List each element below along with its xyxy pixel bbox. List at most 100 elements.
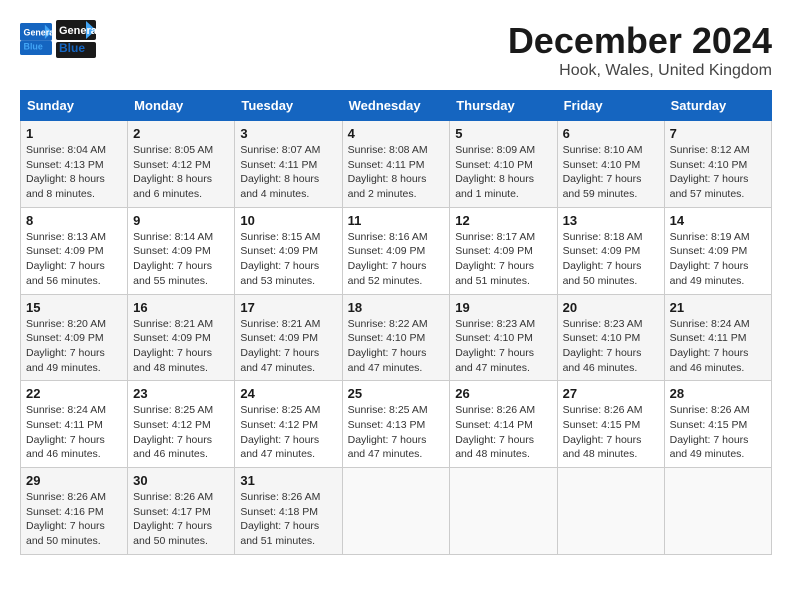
day-number: 18 [348,300,445,315]
week-row-5: 29 Sunrise: 8:26 AMSunset: 4:16 PMDaylig… [21,468,772,555]
day-info: Sunrise: 8:23 AMSunset: 4:10 PMDaylight:… [563,318,643,374]
day-info: Sunrise: 8:25 AMSunset: 4:12 PMDaylight:… [240,404,320,460]
logo-graphic: General Blue [56,20,96,58]
calendar-cell: 5 Sunrise: 8:09 AMSunset: 4:10 PMDayligh… [450,121,557,208]
day-info: Sunrise: 8:13 AMSunset: 4:09 PMDaylight:… [26,231,106,287]
calendar-cell: 30 Sunrise: 8:26 AMSunset: 4:17 PMDaylig… [128,468,235,555]
day-number: 29 [26,473,122,488]
weekday-header-thursday: Thursday [450,91,557,121]
day-number: 17 [240,300,336,315]
day-info: Sunrise: 8:08 AMSunset: 4:11 PMDaylight:… [348,144,428,200]
day-info: Sunrise: 8:10 AMSunset: 4:10 PMDaylight:… [563,144,643,200]
day-number: 19 [455,300,551,315]
day-number: 20 [563,300,659,315]
calendar-cell: 18 Sunrise: 8:22 AMSunset: 4:10 PMDaylig… [342,294,450,381]
calendar-cell: 23 Sunrise: 8:25 AMSunset: 4:12 PMDaylig… [128,381,235,468]
day-info: Sunrise: 8:15 AMSunset: 4:09 PMDaylight:… [240,231,320,287]
calendar-cell: 24 Sunrise: 8:25 AMSunset: 4:12 PMDaylig… [235,381,342,468]
day-info: Sunrise: 8:24 AMSunset: 4:11 PMDaylight:… [670,318,750,374]
weekday-header-wednesday: Wednesday [342,91,450,121]
day-info: Sunrise: 8:26 AMSunset: 4:15 PMDaylight:… [563,404,643,460]
calendar-cell: 19 Sunrise: 8:23 AMSunset: 4:10 PMDaylig… [450,294,557,381]
day-number: 6 [563,126,659,141]
day-info: Sunrise: 8:19 AMSunset: 4:09 PMDaylight:… [670,231,750,287]
calendar-cell [342,468,450,555]
weekday-header-sunday: Sunday [21,91,128,121]
calendar-cell: 16 Sunrise: 8:21 AMSunset: 4:09 PMDaylig… [128,294,235,381]
day-number: 14 [670,213,766,228]
svg-text:General: General [59,25,96,37]
calendar-subtitle: Hook, Wales, United Kingdom [508,62,772,80]
day-info: Sunrise: 8:26 AMSunset: 4:17 PMDaylight:… [133,491,213,547]
day-info: Sunrise: 8:26 AMSunset: 4:18 PMDaylight:… [240,491,320,547]
weekday-header-friday: Friday [557,91,664,121]
calendar-cell: 7 Sunrise: 8:12 AMSunset: 4:10 PMDayligh… [664,121,771,208]
day-number: 15 [26,300,122,315]
day-info: Sunrise: 8:25 AMSunset: 4:12 PMDaylight:… [133,404,213,460]
svg-text:Blue: Blue [24,42,43,52]
day-info: Sunrise: 8:24 AMSunset: 4:11 PMDaylight:… [26,404,106,460]
day-number: 21 [670,300,766,315]
day-number: 9 [133,213,229,228]
day-info: Sunrise: 8:16 AMSunset: 4:09 PMDaylight:… [348,231,428,287]
calendar-cell: 28 Sunrise: 8:26 AMSunset: 4:15 PMDaylig… [664,381,771,468]
day-info: Sunrise: 8:21 AMSunset: 4:09 PMDaylight:… [133,318,213,374]
calendar-cell: 22 Sunrise: 8:24 AMSunset: 4:11 PMDaylig… [21,381,128,468]
calendar-cell: 12 Sunrise: 8:17 AMSunset: 4:09 PMDaylig… [450,207,557,294]
calendar-cell: 17 Sunrise: 8:21 AMSunset: 4:09 PMDaylig… [235,294,342,381]
day-number: 5 [455,126,551,141]
calendar-cell: 10 Sunrise: 8:15 AMSunset: 4:09 PMDaylig… [235,207,342,294]
calendar-cell: 11 Sunrise: 8:16 AMSunset: 4:09 PMDaylig… [342,207,450,294]
day-info: Sunrise: 8:21 AMSunset: 4:09 PMDaylight:… [240,318,320,374]
day-number: 4 [348,126,445,141]
day-number: 8 [26,213,122,228]
calendar-cell: 2 Sunrise: 8:05 AMSunset: 4:12 PMDayligh… [128,121,235,208]
calendar-cell: 25 Sunrise: 8:25 AMSunset: 4:13 PMDaylig… [342,381,450,468]
day-info: Sunrise: 8:04 AMSunset: 4:13 PMDaylight:… [26,144,106,200]
calendar-cell [664,468,771,555]
day-number: 23 [133,386,229,401]
weekday-header-saturday: Saturday [664,91,771,121]
day-number: 24 [240,386,336,401]
day-number: 26 [455,386,551,401]
week-row-3: 15 Sunrise: 8:20 AMSunset: 4:09 PMDaylig… [21,294,772,381]
calendar-table: SundayMondayTuesdayWednesdayThursdayFrid… [20,90,772,555]
day-info: Sunrise: 8:18 AMSunset: 4:09 PMDaylight:… [563,231,643,287]
day-number: 22 [26,386,122,401]
logo-icon: General Blue [20,23,52,55]
day-number: 25 [348,386,445,401]
day-number: 13 [563,213,659,228]
logo: General Blue General Blue [20,20,96,58]
calendar-title: December 2024 [508,20,772,62]
day-info: Sunrise: 8:26 AMSunset: 4:15 PMDaylight:… [670,404,750,460]
day-number: 12 [455,213,551,228]
calendar-cell: 6 Sunrise: 8:10 AMSunset: 4:10 PMDayligh… [557,121,664,208]
calendar-cell: 31 Sunrise: 8:26 AMSunset: 4:18 PMDaylig… [235,468,342,555]
day-number: 3 [240,126,336,141]
day-number: 7 [670,126,766,141]
page-header: General Blue General Blue December 2024 … [20,20,772,80]
calendar-cell: 14 Sunrise: 8:19 AMSunset: 4:09 PMDaylig… [664,207,771,294]
day-info: Sunrise: 8:17 AMSunset: 4:09 PMDaylight:… [455,231,535,287]
day-info: Sunrise: 8:12 AMSunset: 4:10 PMDaylight:… [670,144,750,200]
day-number: 2 [133,126,229,141]
day-number: 28 [670,386,766,401]
weekday-header-tuesday: Tuesday [235,91,342,121]
calendar-cell: 15 Sunrise: 8:20 AMSunset: 4:09 PMDaylig… [21,294,128,381]
day-number: 31 [240,473,336,488]
day-info: Sunrise: 8:05 AMSunset: 4:12 PMDaylight:… [133,144,213,200]
day-info: Sunrise: 8:26 AMSunset: 4:14 PMDaylight:… [455,404,535,460]
day-info: Sunrise: 8:20 AMSunset: 4:09 PMDaylight:… [26,318,106,374]
calendar-cell: 26 Sunrise: 8:26 AMSunset: 4:14 PMDaylig… [450,381,557,468]
calendar-cell [557,468,664,555]
day-info: Sunrise: 8:26 AMSunset: 4:16 PMDaylight:… [26,491,106,547]
calendar-cell: 29 Sunrise: 8:26 AMSunset: 4:16 PMDaylig… [21,468,128,555]
calendar-cell: 13 Sunrise: 8:18 AMSunset: 4:09 PMDaylig… [557,207,664,294]
day-info: Sunrise: 8:22 AMSunset: 4:10 PMDaylight:… [348,318,428,374]
day-number: 27 [563,386,659,401]
calendar-title-area: December 2024 Hook, Wales, United Kingdo… [508,20,772,80]
day-info: Sunrise: 8:09 AMSunset: 4:10 PMDaylight:… [455,144,535,200]
calendar-cell [450,468,557,555]
calendar-cell: 8 Sunrise: 8:13 AMSunset: 4:09 PMDayligh… [21,207,128,294]
week-row-2: 8 Sunrise: 8:13 AMSunset: 4:09 PMDayligh… [21,207,772,294]
